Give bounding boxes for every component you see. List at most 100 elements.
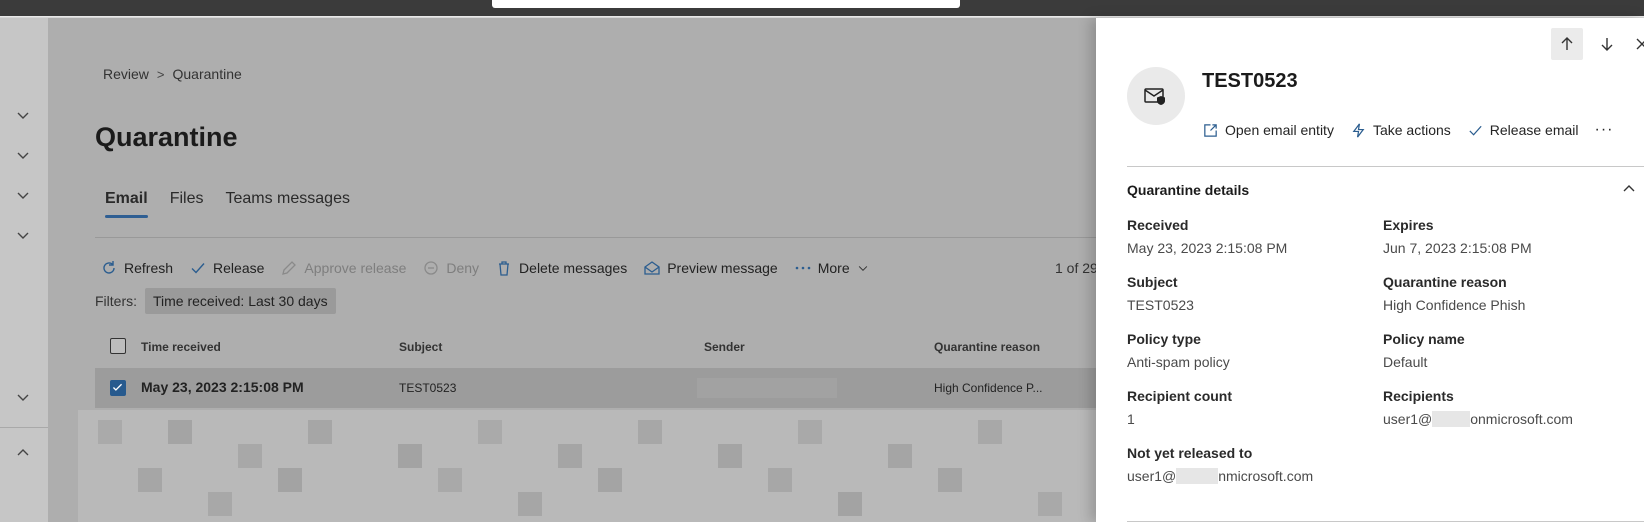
open-email-entity-label: Open email entity [1225, 122, 1334, 138]
deny-label: Deny [446, 260, 480, 276]
filter-pill-time-received[interactable]: Time received: Last 30 days [145, 288, 336, 314]
quarantine-reason-label: Quarantine reason [1383, 274, 1507, 290]
redacted-block [1176, 468, 1219, 484]
chevron-down-icon[interactable] [12, 224, 34, 246]
expires-value: Jun 7, 2023 2:15:08 PM [1383, 240, 1532, 256]
refresh-label: Refresh [124, 260, 174, 276]
delete-messages-button[interactable]: Delete messages [495, 259, 627, 277]
chevron-down-icon[interactable] [12, 144, 34, 166]
tab-teams-messages[interactable]: Teams messages [225, 190, 350, 218]
previous-item-button[interactable] [1551, 28, 1583, 60]
close-panel-button[interactable] [1626, 28, 1644, 60]
chevron-down-icon[interactable] [12, 184, 34, 206]
approve-release-button[interactable]: Approve release [280, 259, 406, 277]
column-sender[interactable]: Sender [704, 340, 745, 354]
redacted-block [1432, 411, 1471, 427]
nav-divider [0, 427, 48, 428]
breadcrumb-quarantine[interactable]: Quarantine [173, 66, 242, 82]
filter-pill-key: Time received: [153, 293, 245, 309]
ellipsis-icon: ··· [1594, 121, 1614, 138]
select-all-checkbox[interactable] [110, 338, 126, 354]
recipients-value-suffix: onmicrosoft.com [1470, 411, 1573, 427]
chevron-up-icon[interactable] [12, 442, 34, 464]
open-external-icon [1204, 123, 1217, 137]
recipients-value: user1@ onmicrosoft.com [1383, 411, 1573, 427]
next-item-button[interactable] [1591, 28, 1623, 60]
not-yet-released-label: Not yet released to [1127, 445, 1253, 461]
not-yet-released-prefix: user1@ [1127, 468, 1177, 484]
panel-more-button[interactable]: ··· [1595, 121, 1614, 139]
main-content: Review > Quarantine Quarantine Email Fil… [48, 18, 1096, 522]
panel-divider [1127, 166, 1644, 167]
filter-pill-value: Last 30 days [248, 293, 328, 309]
filters-label: Filters: [95, 293, 137, 309]
chevron-down-icon[interactable] [12, 386, 34, 408]
panel-title: TEST0523 [1202, 70, 1298, 92]
tab-list: Email Files Teams messages [105, 190, 350, 218]
tab-email[interactable]: Email [105, 190, 148, 218]
row-checkbox[interactable] [110, 380, 126, 396]
trash-icon [499, 261, 510, 276]
section-title[interactable]: Quarantine details [1127, 182, 1249, 198]
top-header-bar [0, 0, 1644, 17]
policy-type-label: Policy type [1127, 331, 1201, 347]
release-email-label: Release email [1489, 122, 1579, 138]
column-subject[interactable]: Subject [399, 340, 442, 354]
recipients-value-prefix: user1@ [1383, 411, 1433, 427]
deny-button[interactable]: Deny [422, 259, 479, 277]
ellipsis-icon [795, 266, 811, 270]
take-actions-button[interactable]: Take actions [1350, 122, 1451, 139]
column-quarantine-reason[interactable]: Quarantine reason [934, 340, 1040, 354]
lightning-icon [1352, 123, 1365, 137]
expires-label: Expires [1383, 217, 1434, 233]
policy-type-value: Anti-spam policy [1127, 354, 1230, 370]
global-search-box[interactable] [492, 0, 960, 8]
more-button[interactable]: More [794, 259, 870, 277]
envelope-open-icon [644, 261, 660, 275]
command-bar: Refresh Release Approve release Deny Del… [100, 259, 886, 277]
refresh-icon [103, 261, 115, 274]
arrow-up-icon [1561, 37, 1573, 50]
refresh-button[interactable]: Refresh [100, 259, 173, 277]
received-label: Received [1127, 217, 1189, 233]
filter-bar: Filters: Time received: Last 30 days [95, 288, 336, 314]
tab-divider [95, 237, 1096, 238]
breadcrumb-review[interactable]: Review [103, 66, 149, 82]
release-email-button[interactable]: Release email [1467, 122, 1579, 139]
release-button[interactable]: Release [189, 259, 264, 277]
column-time-received[interactable]: Time received [141, 340, 221, 354]
chevron-up-icon[interactable] [1620, 180, 1638, 198]
subject-value: TEST0523 [1127, 297, 1194, 313]
preview-message-button[interactable]: Preview message [643, 259, 778, 277]
chevron-down-icon[interactable] [12, 104, 34, 126]
recipients-label: Recipients [1383, 388, 1454, 404]
checkmark-icon [112, 383, 123, 391]
table-row[interactable]: May 23, 2023 2:15:08 PM TEST0523 High Co… [95, 368, 1096, 408]
email-shield-icon [1144, 88, 1165, 105]
not-yet-released-value: user1@ nmicrosoft.com [1127, 468, 1313, 484]
policy-name-label: Policy name [1383, 331, 1465, 347]
page-title: Quarantine [95, 122, 238, 152]
delete-messages-label: Delete messages [519, 260, 628, 276]
chevron-down-icon [858, 266, 867, 272]
arrow-down-icon [1601, 38, 1613, 51]
row-subject: TEST0523 [399, 381, 457, 395]
approve-release-label: Approve release [304, 260, 407, 276]
not-yet-released-suffix: nmicrosoft.com [1218, 468, 1314, 484]
release-label: Release [213, 260, 265, 276]
breadcrumb-separator: > [156, 66, 165, 82]
quarantine-details-panel: TEST0523 Open email entity Take actions … [1096, 18, 1644, 522]
open-email-entity-button[interactable]: Open email entity [1202, 122, 1334, 139]
policy-name-value: Default [1383, 354, 1428, 370]
quarantine-reason-value: High Confidence Phish [1383, 297, 1526, 313]
breadcrumb: Review > Quarantine [103, 66, 242, 82]
preview-message-label: Preview message [667, 260, 778, 276]
checkmark-icon [1469, 125, 1482, 136]
pixelated-rows [78, 410, 1096, 522]
tab-files[interactable]: Files [170, 190, 204, 218]
email-entity-avatar [1127, 67, 1185, 125]
row-quarantine-reason: High Confidence P... [934, 381, 1043, 395]
row-time-received: May 23, 2023 2:15:08 PM [141, 379, 304, 395]
checkmark-icon [191, 263, 205, 274]
row-sender-redacted [697, 378, 837, 398]
